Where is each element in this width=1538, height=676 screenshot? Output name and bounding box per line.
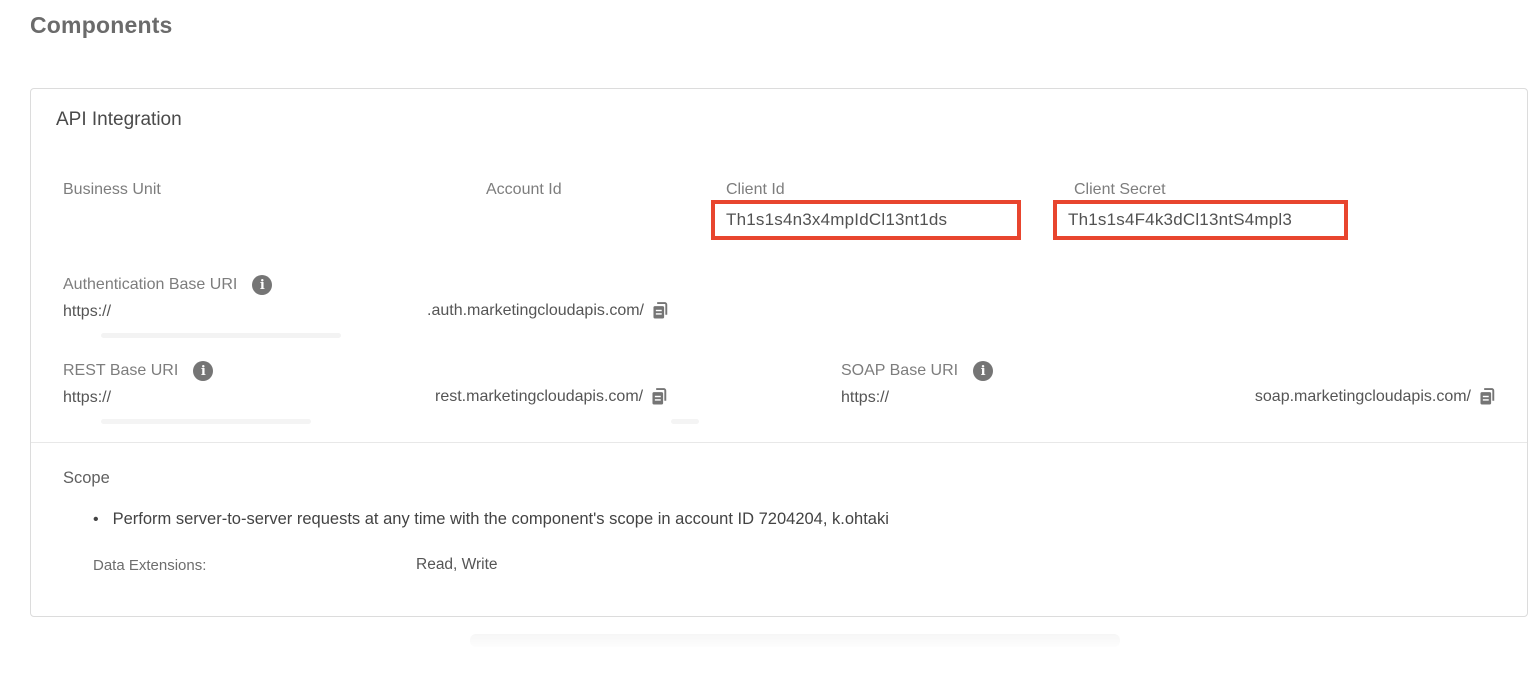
client-id-value: Th1s1s4n3x4mpIdCl13nt1ds [726, 210, 947, 230]
data-extensions-value: Read, Write [416, 556, 498, 574]
redacted-text-area [101, 333, 341, 338]
rest-base-uri-row: REST Base URI i [63, 361, 213, 381]
rest-uri-host: rest.marketingcloudapis.com/ [435, 388, 643, 406]
client-secret-label: Client Secret [1074, 181, 1166, 199]
info-icon[interactable]: i [193, 361, 213, 381]
copy-icon[interactable] [651, 301, 670, 320]
soap-uri-host: soap.marketingcloudapis.com/ [1255, 388, 1471, 406]
page-title: Components [30, 12, 173, 39]
redacted-text-area [671, 419, 699, 424]
section-divider [31, 442, 1527, 443]
rest-base-uri-label: REST Base URI [63, 362, 178, 380]
panel-title: API Integration [56, 109, 182, 131]
account-id-label: Account Id [486, 181, 562, 199]
soap-base-uri-label: SOAP Base URI [841, 362, 958, 380]
client-id-highlight-box: Th1s1s4n3x4mpIdCl13nt1ds [711, 200, 1021, 240]
auth-uri-scheme: https:// [63, 303, 111, 321]
api-integration-panel: API Integration Business Unit Account Id… [30, 88, 1528, 617]
auth-base-uri-row: Authentication Base URI i [63, 275, 272, 295]
scope-title: Scope [63, 469, 110, 488]
scope-bullet-item: Perform server-to-server requests at any… [93, 510, 1473, 529]
info-icon[interactable]: i [973, 361, 993, 381]
soap-base-uri-row: SOAP Base URI i [841, 361, 993, 381]
auth-uri-host-group: .auth.marketingcloudapis.com/ [427, 301, 670, 320]
soap-uri-host-group: soap.marketingcloudapis.com/ [1255, 387, 1497, 406]
data-extensions-label: Data Extensions: [93, 557, 206, 574]
info-icon[interactable]: i [252, 275, 272, 295]
rest-uri-host-group: rest.marketingcloudapis.com/ [435, 387, 669, 406]
business-unit-label: Business Unit [63, 181, 161, 199]
soap-uri-scheme: https:// [841, 389, 889, 407]
page-shadow-artifact [470, 634, 1120, 647]
copy-icon[interactable] [1478, 387, 1497, 406]
scope-bullet-text: Perform server-to-server requests at any… [113, 510, 889, 529]
copy-icon[interactable] [650, 387, 669, 406]
bullet-icon [93, 510, 99, 529]
auth-uri-host: .auth.marketingcloudapis.com/ [427, 302, 644, 320]
rest-uri-scheme: https:// [63, 389, 111, 407]
redacted-text-area [101, 419, 311, 424]
client-secret-highlight-box: Th1s1s4F4k3dCl13ntS4mpl3 [1053, 200, 1348, 240]
auth-base-uri-label: Authentication Base URI [63, 276, 237, 294]
client-secret-value: Th1s1s4F4k3dCl13ntS4mpl3 [1068, 210, 1292, 230]
client-id-label: Client Id [726, 181, 785, 199]
